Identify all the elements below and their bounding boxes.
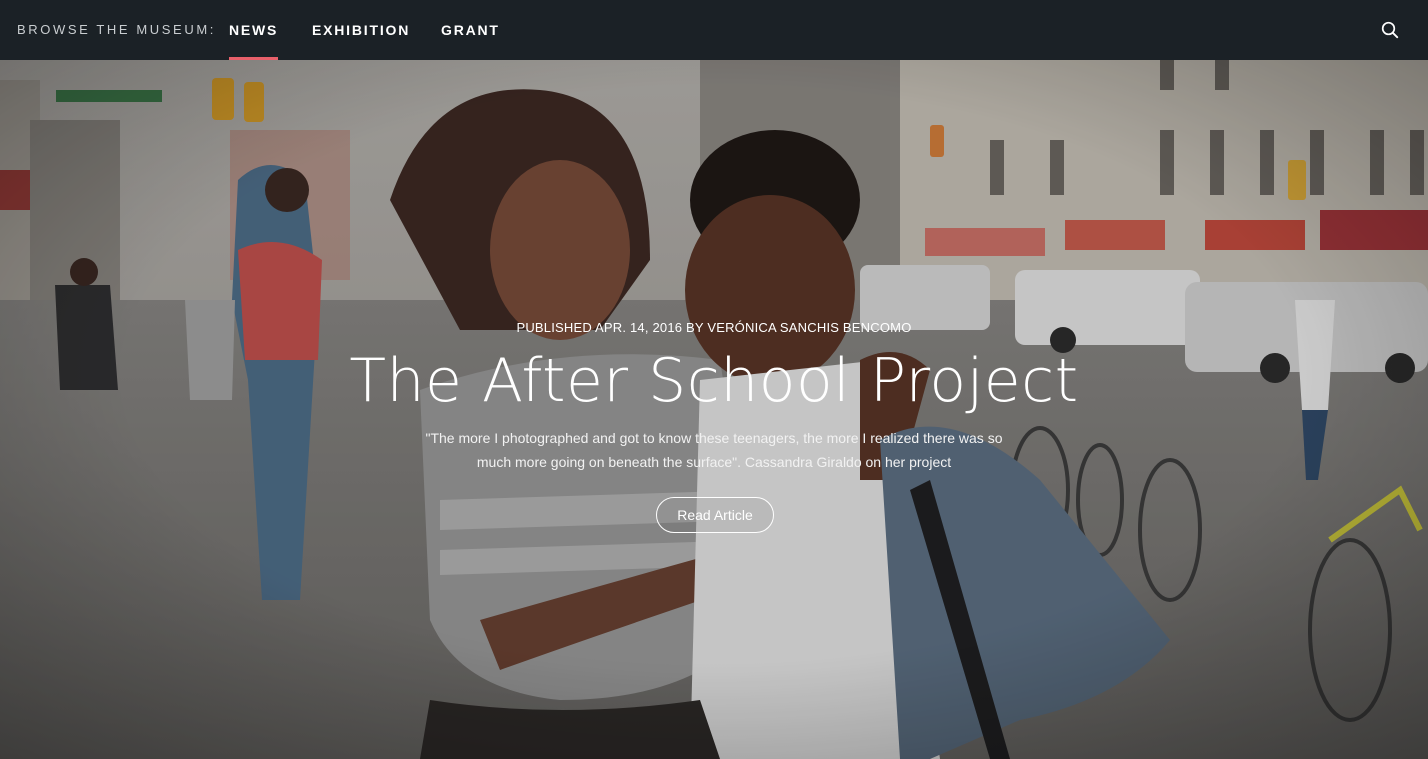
- nav-item-exhibition[interactable]: EXHIBITION: [312, 0, 410, 60]
- nav-item-label: NEWS: [229, 22, 279, 38]
- search-icon[interactable]: [1380, 20, 1400, 40]
- nav-item-label: EXHIBITION: [312, 22, 411, 38]
- article-excerpt: "The more I photographed and got to know…: [425, 430, 1003, 470]
- active-nav-indicator: [229, 57, 279, 60]
- article-title: The After School Project: [349, 346, 1079, 416]
- browse-museum-label: BROWSE THE MUSEUM:: [17, 22, 216, 37]
- top-navigation-bar: BROWSE THE MUSEUM: NEWS EXHIBITION GRANT: [0, 0, 1428, 60]
- nav-item-news[interactable]: NEWS: [229, 0, 279, 60]
- nav-item-label: GRANT: [441, 22, 500, 38]
- nav-item-grant[interactable]: GRANT: [441, 0, 500, 60]
- hero-section: PUBLISHED APR. 14, 2016 BY VERÓNICA SANC…: [0, 60, 1428, 759]
- article-byline: PUBLISHED APR. 14, 2016 BY VERÓNICA SANC…: [516, 320, 912, 335]
- read-article-button[interactable]: Read Article: [656, 497, 774, 533]
